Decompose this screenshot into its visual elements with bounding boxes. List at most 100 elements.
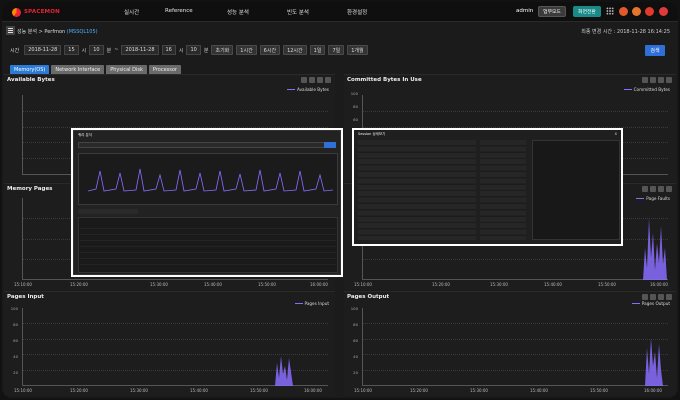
from-hour-select[interactable]: 15 — [64, 45, 79, 55]
x-tick: 15:50:00 — [250, 388, 268, 393]
x-tick: 16:00:00 — [310, 282, 328, 287]
x-tick: 15:30:00 — [470, 388, 488, 393]
x-tick: 15:30:00 — [490, 282, 508, 287]
from-min-unit: 분 — [106, 47, 112, 54]
filter-label: 시간 — [10, 47, 20, 54]
x-tick: 16:00:00 — [304, 388, 322, 393]
panel-toolbar — [301, 77, 331, 83]
x-tick: 15:40:00 — [204, 282, 222, 287]
y-tick: 80 — [353, 322, 358, 327]
export-icon[interactable] — [642, 186, 648, 192]
to-hour-select[interactable]: 16 — [161, 45, 176, 55]
x-tick: 15:20:00 — [70, 282, 88, 287]
panel-title: Available Bytes — [7, 77, 55, 83]
x-tick: 15:20:00 — [432, 282, 450, 287]
x-tick: 15:50:00 — [258, 282, 276, 287]
work-mode-button[interactable]: 업무모드 — [538, 6, 566, 17]
zoom-icon[interactable] — [658, 186, 664, 192]
popup-title: Session 상세보기 — [358, 132, 386, 136]
close-icon[interactable]: x — [615, 131, 617, 136]
panel-toolbar — [642, 77, 672, 83]
tab-network-interface[interactable]: Network Interface — [51, 65, 105, 74]
legend: Pages Output — [631, 301, 670, 306]
expand-icon[interactable] — [666, 186, 672, 192]
expand-icon[interactable] — [325, 77, 331, 83]
x-tick: 15:10:00 — [14, 388, 32, 393]
nav-item-settings[interactable]: 환경설정 — [347, 8, 367, 16]
last-update-time: 최종 변경 시간 : 2018-11-28 16:14:25 — [581, 29, 670, 35]
x-tick: 15:20:00 — [410, 388, 428, 393]
user-name[interactable]: admin — [516, 8, 533, 14]
y-tick: 40 — [353, 354, 358, 359]
y-tick: 20 — [353, 370, 358, 375]
query-analysis-popup[interactable]: 쿼리 분석 — [71, 128, 343, 277]
panel-pages-input: Pages Input Pages Input 100 80 60 40 20 … — [4, 291, 335, 396]
x-tick: 15:50:00 — [598, 282, 616, 287]
x-tick: 16:00:00 — [644, 388, 662, 393]
y-tick: 80 — [353, 104, 358, 109]
alarm-icon[interactable] — [659, 7, 668, 16]
nav-item-frequency[interactable]: 빈도 분석 — [287, 8, 309, 16]
search-button[interactable]: 검색 — [645, 45, 665, 56]
zoom-icon[interactable] — [658, 294, 664, 300]
x-tick: 15:40:00 — [530, 388, 548, 393]
logo[interactable]: SPACEMON — [12, 6, 60, 18]
legend-label: Available Bytes — [296, 87, 329, 92]
export-icon[interactable] — [642, 294, 648, 300]
legend-swatch — [623, 89, 632, 90]
panel-title: Committed Bytes In Use — [347, 77, 422, 83]
from-date-input[interactable]: 2018-11-28 — [24, 45, 62, 55]
zoom-icon[interactable] — [317, 77, 323, 83]
popup-title: 쿼리 분석 — [78, 133, 92, 137]
to-date-input[interactable]: 2018-11-28 — [121, 45, 159, 55]
nav-item-reference[interactable]: Reference — [165, 8, 193, 14]
tab-processor[interactable]: Processor — [148, 65, 181, 74]
to-min-select[interactable]: 10 — [186, 45, 201, 55]
y-tick: 100 — [350, 91, 358, 96]
tab-physical-disk[interactable]: Physical Disk — [106, 65, 147, 74]
y-tick: 100 — [10, 306, 18, 311]
quick-12h-button[interactable]: 12시간 — [283, 45, 307, 55]
y-tick: 60 — [353, 338, 358, 343]
expand-icon[interactable] — [666, 77, 672, 83]
x-tick: 15:10:00 — [14, 282, 32, 287]
image-icon[interactable] — [309, 77, 315, 83]
screen-switch-button[interactable]: 화면전환 — [573, 6, 601, 17]
quick-6h-button[interactable]: 6시간 — [259, 45, 281, 55]
quick-7d-button[interactable]: 7일 — [328, 45, 345, 55]
session-detail-popup[interactable]: Session 상세보기 x — [352, 128, 623, 246]
session-info-table-2 — [480, 140, 526, 240]
apps-grid-icon[interactable] — [606, 7, 614, 15]
user-icon[interactable] — [619, 7, 628, 16]
reset-button[interactable]: 초기화 — [211, 45, 234, 55]
x-tick: 15:30:00 — [150, 282, 168, 287]
image-icon[interactable] — [650, 77, 656, 83]
y-tick: 20 — [13, 370, 18, 375]
export-icon[interactable] — [642, 77, 648, 83]
panel-title: Memory Pages — [7, 186, 53, 192]
export-icon[interactable] — [301, 77, 307, 83]
legend-label: Committed Bytes — [633, 87, 670, 92]
y-tick: 100 — [350, 306, 358, 311]
popup-chart-series — [88, 168, 333, 192]
expand-icon[interactable] — [666, 294, 672, 300]
quick-1m-button[interactable]: 1개월 — [347, 45, 368, 55]
breadcrumb: 성능 분석 > Perfmon (MSSQL105) — [17, 28, 98, 35]
popup-table[interactable] — [80, 223, 336, 268]
quick-1h-button[interactable]: 1시간 — [236, 45, 257, 55]
popup-search-button[interactable] — [324, 142, 336, 148]
image-icon[interactable] — [650, 186, 656, 192]
power-icon[interactable] — [645, 7, 654, 16]
legend-label: Pages Output — [641, 301, 670, 306]
image-icon[interactable] — [650, 294, 656, 300]
from-min-select[interactable]: 10 — [89, 45, 104, 55]
legend: Committed Bytes — [623, 87, 670, 92]
pages-input-series — [275, 356, 293, 386]
nav-item-performance[interactable]: 성능 분석 — [227, 8, 249, 16]
menu-toggle-icon[interactable] — [6, 26, 15, 35]
settings-icon[interactable] — [632, 7, 641, 16]
nav-item-realtime[interactable]: 실시간 — [124, 8, 139, 16]
tab-memory-os[interactable]: Memory(OS) — [10, 65, 50, 74]
quick-1d-button[interactable]: 1일 — [309, 45, 326, 55]
zoom-icon[interactable] — [658, 77, 664, 83]
